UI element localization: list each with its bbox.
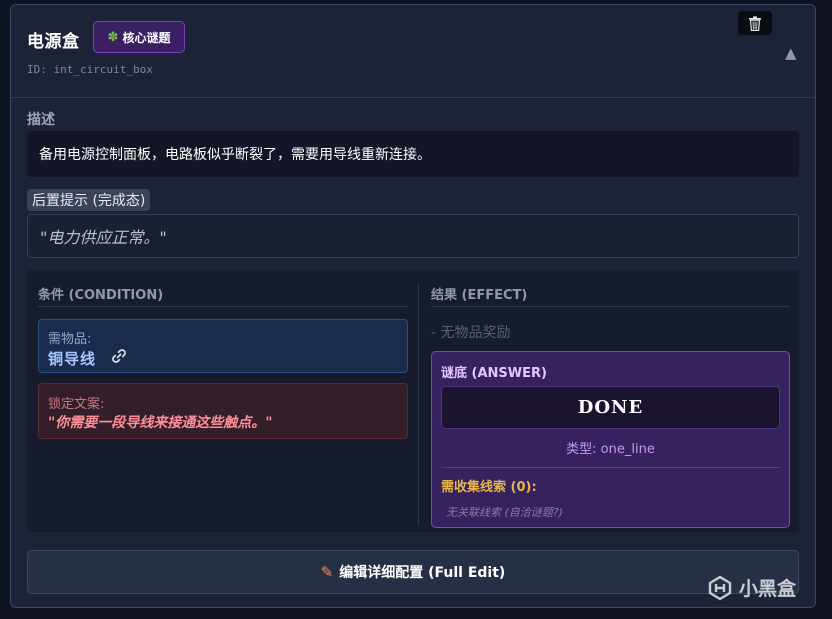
pencil-icon: ✎ <box>320 563 334 581</box>
full-edit-button[interactable]: ✎ 编辑详细配置 (Full Edit) <box>27 550 799 594</box>
link-icon[interactable] <box>110 347 128 365</box>
full-edit-label: 编辑详细配置 (Full Edit) <box>339 565 506 581</box>
clues-empty-text: 无关联线索 (自洽谜题?) <box>446 506 563 519</box>
clues-label: 需收集线索 (0): <box>441 480 537 495</box>
puzzle-id: ID: int_circuit_box <box>27 63 153 76</box>
puzzle-icon: ✽ <box>107 29 119 45</box>
description-box: 备用电源控制面板，电路板似乎断裂了，需要用导线重新连接。 <box>27 131 799 177</box>
required-item-box: 需物品: 铜导线 <box>38 319 408 373</box>
post-hint-text: "电力供应正常。" <box>40 228 167 247</box>
card-header: 电源盒 ✽ 核心谜题 ID: int_circuit_box ▲ <box>11 5 815 98</box>
locked-text: "你需要一段导线来接通这些触点。" <box>48 415 273 431</box>
badge-label: 核心谜题 <box>122 30 171 45</box>
puzzle-title: 电源盒 <box>27 32 80 52</box>
answer-type-value: one_line <box>600 442 655 457</box>
answer-type-prefix: 类型: <box>566 442 601 457</box>
required-item-name[interactable]: 铜导线 <box>48 348 96 369</box>
required-item-label: 需物品: <box>48 332 92 347</box>
delete-button[interactable] <box>738 11 772 35</box>
heybox-logo-icon <box>708 575 732 600</box>
puzzle-card: 电源盒 ✽ 核心谜题 ID: int_circuit_box ▲ 描述 备用电源… <box>10 4 816 608</box>
condition-rule <box>38 306 408 307</box>
watermark: 小黑盒 <box>707 574 796 601</box>
post-hint-box: "电力供应正常。" <box>27 214 799 258</box>
trash-icon <box>749 15 761 31</box>
description-text: 备用电源控制面板，电路板似乎断裂了，需要用导线重新连接。 <box>39 147 431 163</box>
core-puzzle-badge: ✽ 核心谜题 <box>93 21 185 53</box>
condition-effect-panel: 条件 (CONDITION) 需物品: 铜导线 锁定文案: "你需要一段导线来接… <box>27 270 799 532</box>
collapse-button[interactable]: ▲ <box>785 44 797 62</box>
locked-text-box: 锁定文案: "你需要一段导线来接通这些触点。" <box>38 383 408 439</box>
watermark-text: 小黑盒 <box>739 578 797 600</box>
effect-title: 结果 (EFFECT) <box>431 288 528 303</box>
answer-divider <box>441 467 780 468</box>
column-divider <box>418 284 419 526</box>
post-hint-label: 后置提示 (完成态) <box>27 189 151 211</box>
answer-label: 谜底 (ANSWER) <box>441 366 547 381</box>
answer-value: DONE <box>441 386 780 429</box>
locked-text-label: 锁定文案: <box>48 397 105 412</box>
condition-title: 条件 (CONDITION) <box>38 288 164 303</box>
description-label: 描述 <box>27 112 55 128</box>
no-reward-text: - 无物品奖励 <box>431 325 511 341</box>
answer-box: 谜底 (ANSWER) DONE 类型: one_line 需收集线索 (0):… <box>431 351 790 528</box>
effect-rule <box>431 306 790 307</box>
triangle-up-icon: ▲ <box>785 44 797 62</box>
answer-type: 类型: one_line <box>432 438 789 457</box>
